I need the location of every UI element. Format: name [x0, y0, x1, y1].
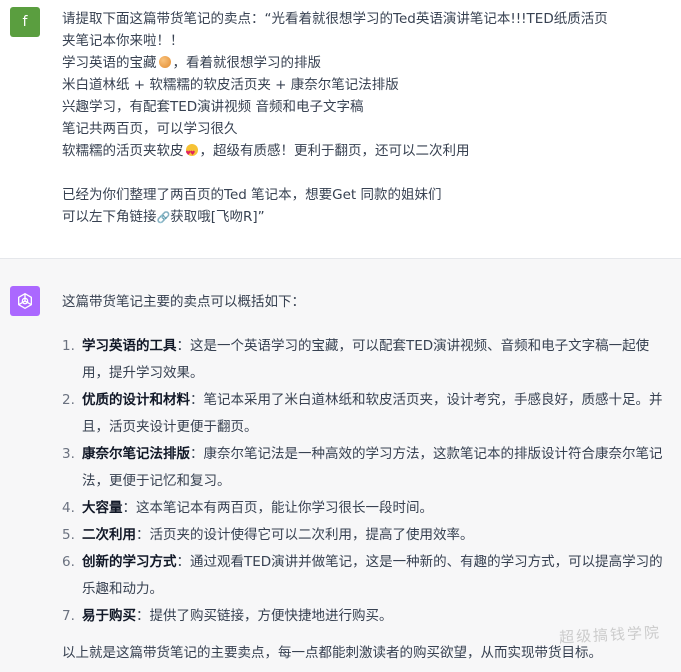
list-item: 4. 大容量：这本笔记本有两百页，能让你学习很长一段时间。 — [62, 500, 433, 516]
openai-logo-icon — [10, 286, 40, 316]
selling-points-list: 1. 学习英语的工具：这是一个英语学习的宝藏，可以配套TED演讲视频、音频和电子文… — [62, 333, 668, 630]
cookie-emoji-icon — [158, 56, 171, 68]
user-message-text: 请提取下面这篇带货笔记的卖点：“光看着就很想学习的Ted英语演讲笔记本!!!TE… — [62, 8, 674, 229]
list-item: 6. 创新的学习方式：通过观看TED演讲并做笔记，这是一种新的、有趣的学习方式，可… — [62, 554, 663, 597]
list-item: 1. 学习英语的工具：这是一个英语学习的宝藏，可以配套TED演讲视频、音频和电子文… — [62, 338, 650, 381]
link-icon: 🔗 — [156, 211, 171, 224]
user-message: f 请提取下面这篇带货笔记的卖点：“光看着就很想学习的Ted英语演讲笔记本!!!… — [0, 0, 681, 259]
assistant-intro: 这篇带货笔记主要的卖点可以概括如下： — [62, 294, 305, 310]
list-item: 3. 康奈尔笔记法排版：康奈尔笔记法是一种高效的学习方法，这款笔记本的排版设计符合… — [62, 446, 663, 489]
user-avatar: f — [10, 7, 40, 37]
list-item: 5. 二次利用：活页夹的设计使得它可以二次利用，提高了使用效率。 — [62, 527, 474, 543]
list-item: 2. 优质的设计和材料：笔记本采用了米白道林纸和软皮活页夹，设计考究，手感良好，质… — [62, 392, 663, 435]
heart-eyes-emoji-icon — [185, 143, 198, 165]
